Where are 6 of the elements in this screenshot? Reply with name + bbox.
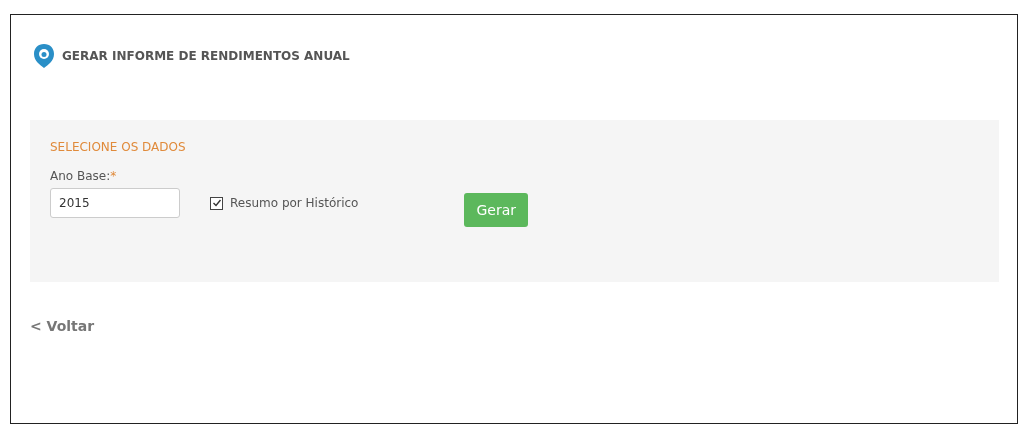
section-heading: SELECIONE OS DADOS	[50, 140, 187, 154]
back-link[interactable]: < Voltar	[30, 318, 95, 334]
field-label: Ano Base:*	[50, 169, 118, 183]
summary-checkbox[interactable]: Resumo por Histórico	[210, 196, 359, 210]
page-title: GERAR INFORME DE RENDIMENTOS ANUAL	[62, 49, 350, 63]
year-input[interactable]: 2015	[50, 188, 180, 218]
